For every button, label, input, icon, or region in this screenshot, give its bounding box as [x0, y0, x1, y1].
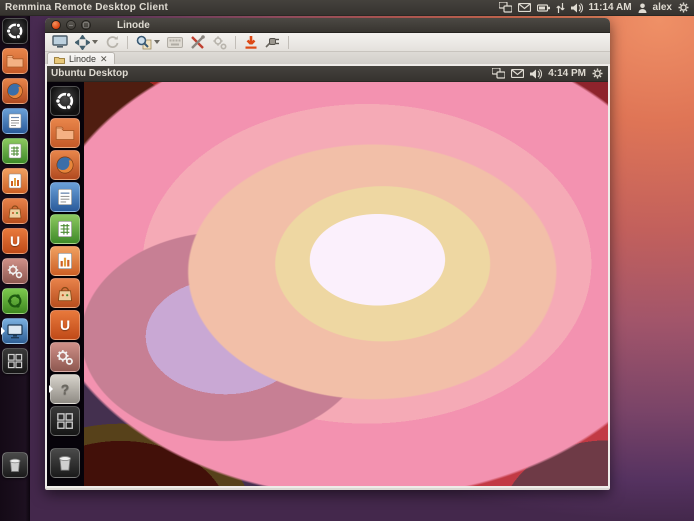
remote-active-window-title: Ubuntu Desktop [47, 68, 128, 79]
remote-libreoffice-writer-icon[interactable] [50, 182, 80, 212]
host-clock[interactable]: 11:14 AM [589, 2, 632, 13]
zoom-caret-icon[interactable] [154, 40, 160, 44]
window-minimize-button[interactable]: – [66, 20, 76, 30]
volume-icon[interactable] [571, 3, 583, 13]
connection-tab-linode[interactable]: Linode ✕ [47, 52, 115, 65]
volume-icon[interactable] [530, 69, 542, 79]
running-indicator-arrow [1, 327, 5, 335]
host-indicator-tray: 11:14 AM alex [499, 2, 694, 13]
gears-icon-disabled [211, 34, 228, 51]
toolbar-separator [127, 36, 128, 49]
remmina-toolbar [45, 33, 610, 52]
remote-trash-icon[interactable] [50, 448, 80, 478]
mail-envelope-icon[interactable] [518, 3, 531, 12]
window-close-button[interactable] [51, 20, 61, 30]
remote-screens-icon[interactable] [492, 68, 505, 79]
window-title: Linode [117, 20, 150, 31]
system-settings-icon[interactable] [2, 258, 28, 284]
toolbar-separator [235, 36, 236, 49]
firefox-icon[interactable] [2, 78, 28, 104]
zoom-icon[interactable] [135, 34, 161, 51]
disconnect-plug-icon[interactable] [264, 34, 281, 51]
remote-unknown-app-icon[interactable]: ? [50, 374, 80, 404]
remote-software-center-icon[interactable] [50, 278, 80, 308]
session-gear-icon[interactable] [678, 2, 689, 13]
window-maximize-button[interactable]: ▢ [81, 20, 91, 30]
libreoffice-impress-icon[interactable] [2, 168, 28, 194]
remote-workspace-switcher-icon[interactable] [50, 406, 80, 436]
remote-indicator-tray: 4:14 PM [492, 68, 608, 79]
remmina-tabbar: Linode ✕ [45, 52, 610, 66]
active-window-title: Remmina Remote Desktop Client [0, 2, 168, 13]
remote-dash-home-button[interactable] [50, 86, 80, 116]
trash-icon[interactable] [2, 452, 28, 478]
toolbar-separator [288, 36, 289, 49]
remote-launcher: U ? [47, 82, 84, 486]
software-center-icon[interactable] [2, 198, 28, 224]
network-arrows-icon[interactable] [556, 3, 565, 13]
mail-envelope-icon[interactable] [511, 69, 524, 78]
remote-clock[interactable]: 4:14 PM [548, 68, 586, 79]
remmina-launcher-icon[interactable] [2, 318, 28, 344]
remote-desktop-viewport[interactable]: Ubuntu Desktop 4:14 PM [47, 66, 608, 486]
sftp-download-icon[interactable] [243, 34, 259, 51]
fit-window-caret-icon[interactable] [92, 40, 98, 44]
running-indicator-arrow [49, 385, 53, 393]
refresh-icon-disabled [104, 34, 120, 51]
libreoffice-calc-icon[interactable] [2, 138, 28, 164]
keyboard-icon-disabled [166, 34, 184, 51]
tab-folder-icon [54, 55, 65, 64]
remmina-titlebar[interactable]: – ▢ Linode [45, 18, 610, 33]
battery-icon[interactable] [537, 4, 550, 12]
session-gear-icon[interactable] [592, 68, 603, 79]
fit-window-icon[interactable] [74, 34, 99, 51]
remote-firefox-icon[interactable] [50, 150, 80, 180]
workspace-switcher-icon[interactable] [2, 348, 28, 374]
tools-icon[interactable] [189, 34, 206, 51]
remote-system-settings-icon[interactable] [50, 342, 80, 372]
remmina-window: – ▢ Linode Linode ✕ [45, 18, 610, 490]
tab-close-icon[interactable]: ✕ [100, 54, 108, 65]
libreoffice-writer-icon[interactable] [2, 108, 28, 134]
home-folder-icon[interactable] [2, 48, 28, 74]
host-desktop: Remmina Remote Desktop Client 11:14 AM a… [0, 0, 694, 521]
tab-label: Linode [69, 54, 96, 64]
remote-screens-icon[interactable] [499, 2, 512, 13]
remote-top-panel: Ubuntu Desktop 4:14 PM [47, 66, 608, 82]
dash-home-button[interactable] [2, 18, 28, 44]
fullscreen-icon[interactable] [51, 34, 69, 51]
remote-libreoffice-calc-icon[interactable] [50, 214, 80, 244]
username-menu[interactable]: alex [653, 2, 672, 13]
remote-wallpaper [84, 82, 608, 486]
user-icon[interactable] [638, 3, 647, 13]
host-launcher: U [0, 16, 30, 521]
remote-ubuntu-one-icon[interactable]: U [50, 310, 80, 340]
ubuntu-one-icon[interactable]: U [2, 228, 28, 254]
remote-libreoffice-impress-icon[interactable] [50, 246, 80, 276]
ubuntu-green-app-icon[interactable] [2, 288, 28, 314]
host-top-panel: Remmina Remote Desktop Client 11:14 AM a… [0, 0, 694, 16]
remote-home-folder-icon[interactable] [50, 118, 80, 148]
